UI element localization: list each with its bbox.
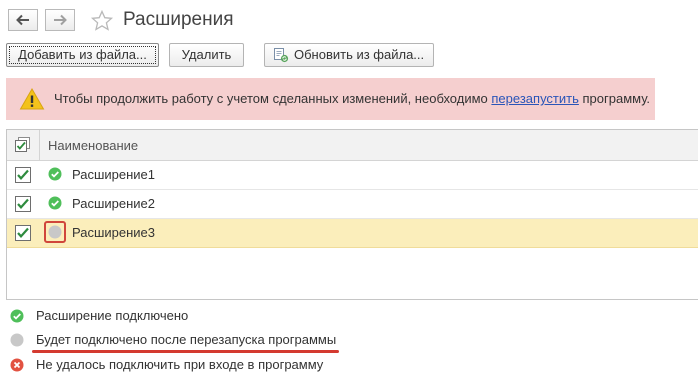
column-header-name[interactable]: Наименование <box>48 138 138 153</box>
extension-name: Расширение3 <box>72 225 156 240</box>
extension-name: Расширение2 <box>72 196 156 211</box>
failed-status-icon <box>10 358 24 372</box>
page-title: Расширения <box>123 9 234 30</box>
table-row[interactable]: Расширение1 <box>7 161 698 190</box>
pending-status-icon <box>10 333 24 347</box>
arrow-left-icon <box>16 14 29 26</box>
legend-text: Не удалось подключить при входе в програ… <box>36 357 324 372</box>
column-separator <box>39 130 40 161</box>
warning-icon <box>19 87 45 110</box>
connected-status-icon <box>10 309 24 323</box>
extension-name: Расширение1 <box>72 167 156 182</box>
table-row[interactable]: Расширение2 <box>7 190 698 219</box>
check-all-icon[interactable] <box>15 137 31 153</box>
pending-status-highlight <box>44 221 66 243</box>
connected-status-icon <box>48 196 62 210</box>
add-from-file-button[interactable]: Добавить из файла... <box>6 43 159 67</box>
restart-link[interactable]: перезапустить <box>491 91 578 106</box>
update-from-file-label: Обновить из файла... <box>294 47 425 62</box>
back-button[interactable] <box>8 9 38 31</box>
checkbox-checked-icon[interactable] <box>15 196 31 212</box>
extensions-table[interactable]: Наименование Расширение1 Расширение2 Рас… <box>6 129 698 300</box>
warning-message: Чтобы продолжить работу с учетом сделанн… <box>54 91 650 106</box>
restart-warning-banner: Чтобы продолжить работу с учетом сделанн… <box>6 78 655 120</box>
checkbox-checked-icon[interactable] <box>15 167 31 183</box>
legend-text: Расширение подключено <box>36 308 189 323</box>
warning-text-after: программу. <box>578 91 651 106</box>
update-from-file-icon <box>274 48 289 63</box>
checkbox-checked-icon[interactable] <box>15 225 31 241</box>
delete-button[interactable]: Удалить <box>169 43 244 67</box>
arrow-right-icon <box>54 14 67 26</box>
update-from-file-button[interactable]: Обновить из файла... <box>264 43 434 67</box>
legend-text: Будет подключено после перезапуска прогр… <box>36 332 337 347</box>
warning-text-before: Чтобы продолжить работу с учетом сделанн… <box>54 91 492 106</box>
red-underline-annotation <box>32 350 339 353</box>
pending-status-icon <box>48 225 62 239</box>
forward-button[interactable] <box>45 9 75 31</box>
table-row-selected[interactable]: Расширение3 <box>7 219 698 248</box>
star-icon[interactable] <box>90 9 114 33</box>
connected-status-icon <box>48 167 62 181</box>
table-header: Наименование <box>7 130 698 161</box>
